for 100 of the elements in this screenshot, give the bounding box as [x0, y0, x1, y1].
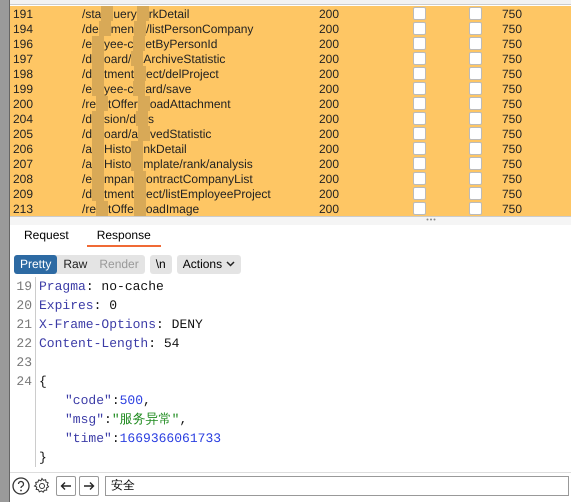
tab[interactable]: Response [86, 225, 161, 247]
table-cell-text: 750 [502, 186, 522, 202]
table-cell-text: 750 [502, 96, 522, 112]
table-cell-text: uery [113, 6, 137, 22]
table-cell-text: vedStatistic [150, 126, 212, 142]
table-cell-text: /d [82, 186, 92, 202]
table-cell-text: ect/listEmployeeProject [146, 186, 271, 202]
table-cell-text: 200 [319, 20, 340, 38]
table-cell-text: 200 [12, 96, 34, 112]
checkbox[interactable] [413, 142, 426, 155]
line-number: 20 [16, 296, 32, 315]
table-cell-text: 200 [319, 126, 340, 142]
table-cell-text: 750 [502, 140, 522, 158]
checkbox[interactable] [413, 82, 426, 95]
forward-button[interactable] [79, 476, 99, 496]
code-line: "code":500, [64, 392, 151, 408]
table-cell-text: oard/ [104, 50, 132, 68]
checkbox[interactable] [413, 22, 426, 35]
table-cell-text: oadImage [146, 200, 200, 218]
actions-button[interactable]: Actions [176, 254, 242, 274]
back-button[interactable] [56, 476, 76, 496]
checkbox[interactable] [413, 112, 426, 125]
help-icon[interactable] [12, 476, 30, 494]
checkbox[interactable] [413, 7, 426, 20]
table-cell-text: /re [82, 96, 96, 112]
table-cell-text: 200 [319, 200, 340, 218]
table-cell-text: 200 [319, 36, 340, 52]
line-number: 24 [16, 372, 32, 391]
table-cell-text: etByPersonId [145, 36, 218, 52]
table-cell-text: 200 [319, 96, 340, 112]
checkbox[interactable] [413, 127, 426, 140]
table-cell-text: sion/d [104, 110, 136, 128]
checkbox[interactable] [413, 37, 426, 50]
checkbox[interactable] [413, 52, 426, 65]
grip-handle-icon[interactable] [426, 218, 436, 221]
code-line: Content-Length: 54 [39, 336, 180, 351]
chevron-icon [226, 261, 236, 267]
table-cell-text: Histo [104, 156, 132, 172]
view-toggle[interactable]: Pretty [14, 254, 58, 274]
view-toggle[interactable]: Raw [57, 254, 94, 274]
checkbox[interactable] [469, 157, 482, 170]
table-cell-text: yee-c [104, 80, 134, 98]
table-cell-text: 204 [12, 110, 34, 128]
checkbox[interactable] [469, 172, 482, 185]
checkbox[interactable] [469, 202, 482, 215]
table-cell-text: 200 [319, 6, 340, 22]
table-cell-text: /d [82, 50, 92, 68]
redaction-blur [138, 126, 150, 141]
checkbox[interactable] [413, 202, 426, 215]
table-cell-text: yee-c [104, 36, 134, 52]
checkbox[interactable] [469, 112, 482, 125]
table-cell-text: 199 [12, 80, 34, 98]
table-cell-text: 194 [12, 20, 34, 38]
checkbox[interactable] [469, 52, 482, 65]
table-cell-text: 750 [502, 110, 522, 128]
table-cell-text: /d [82, 66, 92, 82]
line-number: 21 [16, 316, 32, 334]
table-cell-text: 207 [12, 156, 34, 172]
checkbox[interactable] [413, 67, 426, 80]
checkbox[interactable] [469, 187, 482, 200]
checkbox[interactable] [469, 7, 482, 20]
redaction-blur [131, 141, 144, 156]
search-field[interactable]: 安全 [105, 476, 569, 496]
checkbox[interactable] [469, 22, 482, 35]
checkbox[interactable] [469, 37, 482, 50]
table-cell-text: Histo [104, 140, 132, 158]
line-number: 19 [16, 278, 32, 296]
table-cell-text: ect/delProject [146, 66, 219, 82]
code-line: } [39, 450, 47, 465]
checkbox[interactable] [469, 82, 482, 95]
code-line: Pragma: no-cache [39, 278, 164, 294]
checkbox[interactable] [469, 97, 482, 110]
table-cell-text: 197 [12, 50, 34, 68]
table-cell-text: ontractCompanyList [146, 170, 253, 188]
redaction-blur [101, 6, 114, 21]
checkbox[interactable] [413, 172, 426, 185]
table-cell-text: 209 [12, 186, 34, 202]
table-cell-text: rkDetail [148, 6, 190, 22]
table-cell-text: 200 [319, 140, 340, 158]
table-cell-text: men [110, 20, 134, 38]
table-cell-text: 750 [502, 6, 522, 22]
right-arrow-icon [83, 480, 95, 490]
redaction-blur [136, 6, 149, 21]
settings-icon[interactable] [33, 476, 51, 494]
checkbox[interactable] [469, 142, 482, 155]
checkbox[interactable] [469, 127, 482, 140]
code-line: "time":1669366061733 [64, 430, 222, 446]
checkbox[interactable] [413, 187, 426, 200]
checkbox[interactable] [469, 67, 482, 80]
table-cell-text: /d [82, 110, 92, 128]
line-number: 22 [16, 334, 32, 353]
checkbox[interactable] [413, 157, 426, 170]
tab[interactable]: Request [14, 225, 79, 247]
newline-button[interactable]: \n [150, 254, 172, 274]
checkbox[interactable] [413, 97, 426, 110]
table-cell-text: 200 [319, 50, 340, 68]
redaction-blur [134, 201, 146, 216]
table-cell-text: 750 [502, 170, 522, 188]
table-cell-text: 196 [12, 36, 34, 52]
table-cell-text: 750 [502, 20, 522, 38]
